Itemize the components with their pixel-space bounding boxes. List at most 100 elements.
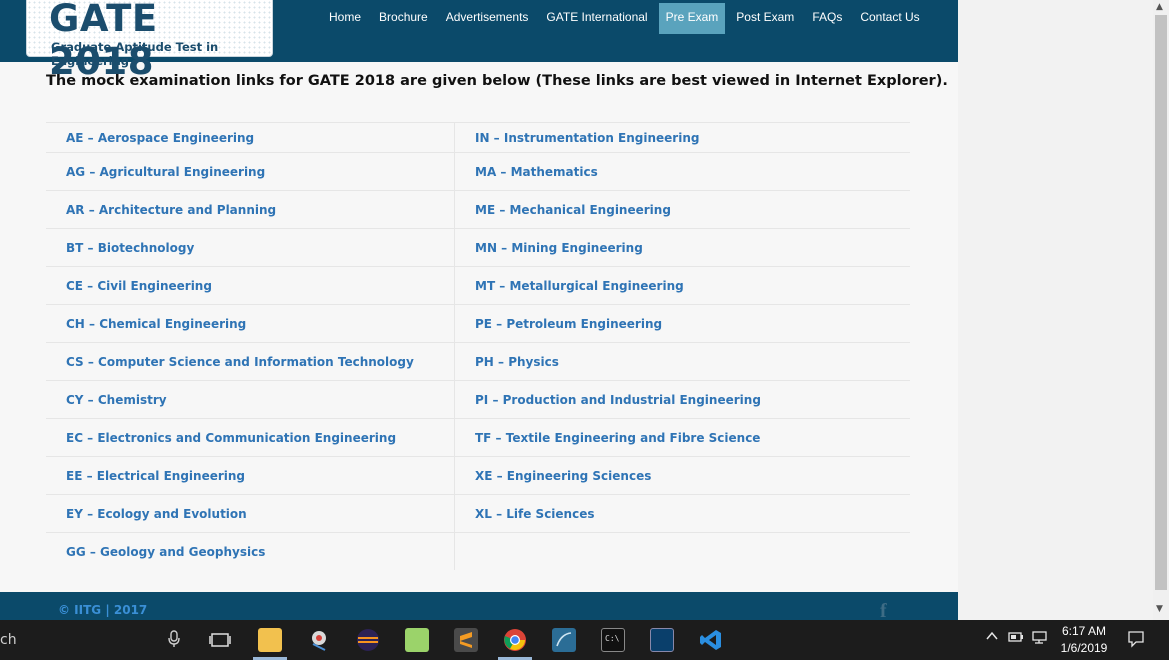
command-prompt-icon[interactable]: C:\ — [601, 628, 625, 652]
taskbar-search-input[interactable]: ch — [0, 632, 17, 648]
mock-exam-link[interactable]: EE – Electrical Engineering — [66, 469, 245, 483]
mock-exam-link[interactable]: PI – Production and Industrial Engineeri… — [475, 393, 761, 407]
mysql-shell-icon[interactable] — [650, 628, 674, 652]
link-cell: MA – Mathematics — [455, 153, 910, 190]
nav-post-exam[interactable]: Post Exam — [729, 3, 801, 34]
vertical-scrollbar[interactable]: ▲ ▼ — [1153, 0, 1169, 620]
table-row: EE – Electrical Engineering XE – Engineer… — [46, 456, 910, 494]
mock-exam-link[interactable]: AG – Agricultural Engineering — [66, 165, 265, 179]
table-row: EY – Ecology and Evolution XL – Life Scie… — [46, 494, 910, 532]
mock-exam-link[interactable]: MN – Mining Engineering — [475, 241, 643, 255]
mock-exam-link[interactable]: EC – Electronics and Communication Engin… — [66, 431, 396, 445]
task-view-icon[interactable] — [208, 628, 232, 652]
mock-exam-link[interactable]: EY – Ecology and Evolution — [66, 507, 247, 521]
mock-exam-link[interactable]: CS – Computer Science and Information Te… — [66, 355, 414, 369]
link-cell: XE – Engineering Sciences — [455, 457, 910, 494]
mock-exam-link[interactable]: MT – Metallurgical Engineering — [475, 279, 684, 293]
scroll-up-arrow-icon[interactable]: ▲ — [1156, 2, 1163, 12]
link-cell: AE – Aerospace Engineering — [46, 123, 455, 152]
table-row: AR – Architecture and Planning ME – Mecha… — [46, 190, 910, 228]
clock-date: 1/6/2019 — [1060, 641, 1108, 655]
mock-exam-link[interactable]: MA – Mathematics — [475, 165, 598, 179]
show-hidden-icons-chevron-icon[interactable] — [986, 630, 998, 646]
network-icon[interactable] — [1032, 630, 1048, 648]
mock-exam-link[interactable]: PE – Petroleum Engineering — [475, 317, 662, 331]
vs-code-icon[interactable] — [699, 628, 723, 652]
nav-advertisements[interactable]: Advertisements — [439, 3, 536, 34]
snipping-tool-icon[interactable] — [307, 628, 331, 652]
table-row: AG – Agricultural Engineering MA – Mathem… — [46, 152, 910, 190]
link-cell: GG – Geology and Geophysics — [46, 533, 455, 570]
main-nav: Home Brochure Advertisements GATE Intern… — [322, 3, 931, 34]
mock-exam-link[interactable]: GG – Geology and Geophysics — [66, 545, 265, 559]
sublime-text-icon[interactable] — [454, 628, 478, 652]
nav-pre-exam[interactable]: Pre Exam — [658, 3, 726, 34]
mock-exam-link[interactable]: AR – Architecture and Planning — [66, 203, 276, 217]
table-row: EC – Electronics and Communication Engin… — [46, 418, 910, 456]
logo-subtitle: Graduate Aptitude Test in Engineering — [51, 40, 219, 68]
nav-gate-international[interactable]: GATE International — [539, 3, 654, 34]
mock-exam-link[interactable]: PH – Physics — [475, 355, 559, 369]
copyright-text: © IITG | 2017 — [58, 603, 148, 617]
table-row: CY – Chemistry PI – Production and Indust… — [46, 380, 910, 418]
clock-time: 6:17 AM — [1061, 624, 1107, 638]
table-row: AE – Aerospace Engineering IN – Instrumen… — [46, 122, 910, 152]
mock-exam-link[interactable]: AE – Aerospace Engineering — [66, 131, 254, 145]
link-cell: BT – Biotechnology — [46, 229, 455, 266]
link-cell: TF – Textile Engineering and Fibre Scien… — [455, 419, 910, 456]
browser-page: GATE 2018 Graduate Aptitude Test in Engi… — [0, 0, 958, 620]
mock-exam-link[interactable]: CY – Chemistry — [66, 393, 167, 407]
mock-exam-link[interactable]: TF – Textile Engineering and Fibre Scien… — [475, 431, 760, 445]
link-cell: AG – Agricultural Engineering — [46, 153, 455, 190]
intro-text: The mock examination links for GATE 2018… — [46, 73, 948, 89]
table-row: BT – Biotechnology MN – Mining Engineerin… — [46, 228, 910, 266]
site-header: GATE 2018 Graduate Aptitude Test in Engi… — [0, 0, 958, 83]
link-cell: PI – Production and Industrial Engineeri… — [455, 381, 910, 418]
svg-text:C:\: C:\ — [605, 634, 620, 643]
link-cell: CS – Computer Science and Information Te… — [46, 343, 455, 380]
link-cell: EC – Electronics and Communication Engin… — [46, 419, 455, 456]
windows-taskbar: ch C:\ 6:17 AM 1/6/2019 — [0, 620, 1169, 660]
battery-icon[interactable] — [1008, 630, 1024, 648]
nav-home[interactable]: Home — [322, 3, 368, 34]
link-cell: EE – Electrical Engineering — [46, 457, 455, 494]
link-cell: AR – Architecture and Planning — [46, 191, 455, 228]
mock-exam-link[interactable]: ME – Mechanical Engineering — [475, 203, 671, 217]
gate-logo[interactable]: GATE 2018 Graduate Aptitude Test in Engi… — [26, 0, 273, 83]
link-cell: XL – Life Sciences — [455, 495, 910, 532]
mock-exam-link[interactable]: XL – Life Sciences — [475, 507, 595, 521]
table-row: GG – Geology and Geophysics — [46, 532, 910, 570]
nav-faqs[interactable]: FAQs — [805, 3, 849, 34]
link-cell: CE – Civil Engineering — [46, 267, 455, 304]
link-cell: ME – Mechanical Engineering — [455, 191, 910, 228]
taskbar-clock[interactable]: 6:17 AM 1/6/2019 — [1052, 623, 1116, 657]
mysql-workbench-icon[interactable] — [552, 628, 576, 652]
link-cell: CY – Chemistry — [46, 381, 455, 418]
mock-exam-link[interactable]: IN – Instrumentation Engineering — [475, 131, 699, 145]
facebook-icon[interactable]: f — [880, 600, 887, 620]
link-cell — [455, 533, 910, 570]
table-row: CE – Civil Engineering MT – Metallurgical… — [46, 266, 910, 304]
link-cell: PE – Petroleum Engineering — [455, 305, 910, 342]
eclipse-icon[interactable] — [356, 628, 380, 652]
mock-exam-link[interactable]: BT – Biotechnology — [66, 241, 194, 255]
link-cell: CH – Chemical Engineering — [46, 305, 455, 342]
link-cell: PH – Physics — [455, 343, 910, 380]
scrollbar-thumb[interactable] — [1155, 15, 1167, 590]
link-cell: MN – Mining Engineering — [455, 229, 910, 266]
site-footer: © IITG | 2017 f — [0, 592, 958, 620]
mock-exam-link[interactable]: CE – Civil Engineering — [66, 279, 212, 293]
mock-exam-link[interactable]: XE – Engineering Sciences — [475, 469, 651, 483]
notepad-plus-plus-icon[interactable] — [405, 628, 429, 652]
microphone-icon[interactable] — [168, 630, 180, 652]
link-cell: EY – Ecology and Evolution — [46, 495, 455, 532]
mock-exam-links-table: AE – Aerospace Engineering IN – Instrumen… — [46, 122, 910, 570]
chrome-icon[interactable] — [503, 628, 527, 652]
mock-exam-link[interactable]: CH – Chemical Engineering — [66, 317, 246, 331]
file-explorer-icon[interactable] — [258, 628, 282, 652]
action-center-notification-icon[interactable] — [1127, 630, 1145, 652]
nav-brochure[interactable]: Brochure — [372, 3, 435, 34]
link-cell: IN – Instrumentation Engineering — [455, 123, 910, 152]
scroll-down-arrow-icon[interactable]: ▼ — [1156, 604, 1163, 614]
nav-contact-us[interactable]: Contact Us — [853, 3, 926, 34]
